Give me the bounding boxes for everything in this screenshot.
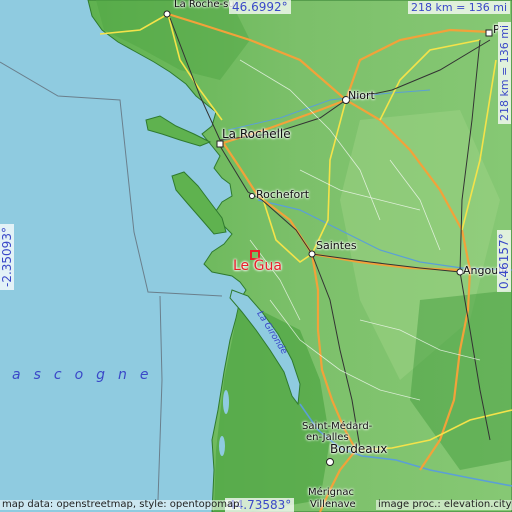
coord-left-lon: -2.35093° (0, 224, 14, 290)
city-label-rochefort: Rochefort (256, 188, 310, 201)
map-view[interactable]: La Roche-su Niort La Rochelle Rochefort … (0, 0, 512, 512)
city-label-la-roche-sur-yon: La Roche-su (174, 0, 235, 10)
scale-right: 218 km = 136 mi (498, 21, 511, 124)
city-label-la-rochelle: La Rochelle (222, 127, 291, 141)
city-dot-icon[interactable] (326, 458, 334, 466)
data-credit: map data: openstreetmap, style: opentopo… (0, 499, 242, 510)
map-canvas (0, 0, 512, 512)
lake (219, 436, 225, 456)
city-label-saint-medard: Saint-Médard- (302, 421, 373, 432)
city-dot-icon[interactable] (308, 250, 316, 258)
sea-label: ascogne (12, 367, 162, 383)
place-label: Le Gua (233, 258, 282, 274)
coord-top-lat: 46.6992° (229, 0, 291, 14)
city-label-merignac: Mérignac (308, 487, 354, 498)
scale-top: 218 km = 136 mi (408, 1, 511, 14)
city-label-villenave: Villenave (310, 499, 356, 510)
image-credit: image proc.: elevation.city (376, 499, 512, 510)
city-dot-icon[interactable] (485, 29, 493, 37)
lake (223, 390, 229, 414)
city-dot-icon[interactable] (216, 140, 224, 148)
city-dot-icon[interactable] (163, 10, 171, 18)
city-dot-icon[interactable] (249, 193, 255, 199)
city-label-saintes: Saintes (316, 239, 357, 252)
city-label-niort: Niort (348, 89, 375, 102)
coord-right-lon: 0.46157° (497, 230, 511, 292)
city-label-bordeaux: Bordeaux (330, 442, 388, 456)
